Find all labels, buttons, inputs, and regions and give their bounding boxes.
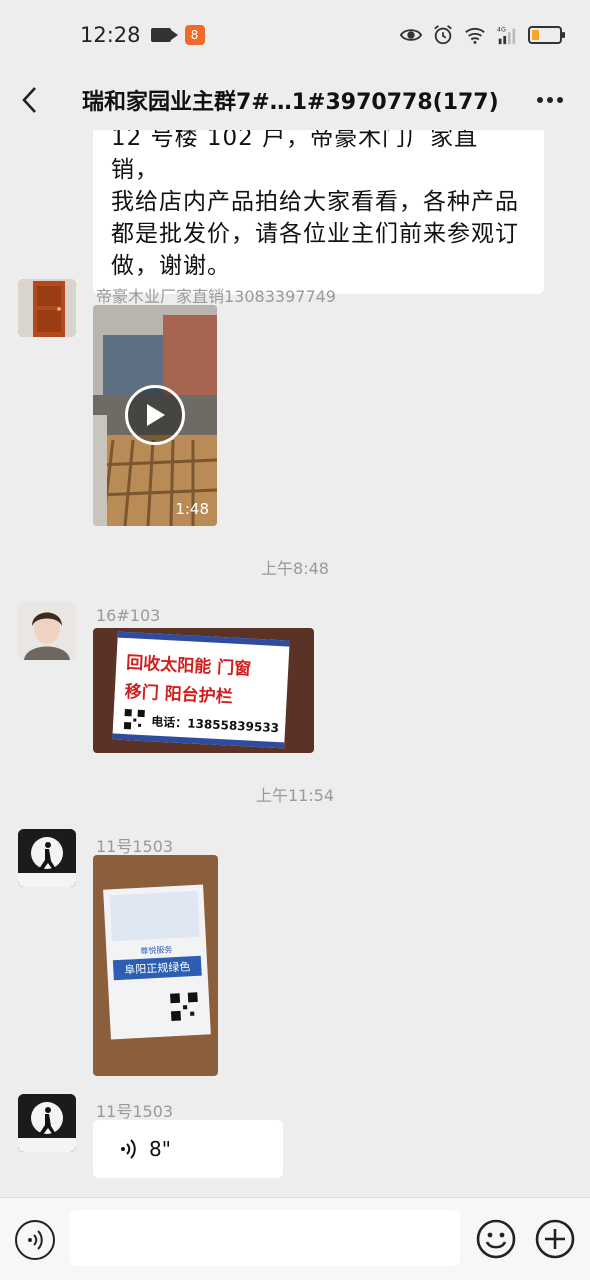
time-divider: 上午11:54 [255, 786, 335, 805]
video-message[interactable]: 1:48 [93, 305, 217, 526]
eye-icon [400, 29, 422, 41]
sign-line-1: 回收太阳能 门窗 [125, 653, 252, 680]
play-icon [147, 404, 165, 426]
voice-wave-icon [121, 1139, 136, 1159]
alarm-icon [434, 25, 452, 45]
door-avatar-image [18, 279, 76, 337]
voice-toggle-button[interactable] [15, 1220, 55, 1260]
image-message[interactable]: 尊悦服务 阜阳正规绿色 [93, 855, 218, 1076]
message-input[interactable] [70, 1210, 460, 1266]
flyer-card: 尊悦服务 阜阳正规绿色 [103, 884, 211, 1040]
image-message[interactable]: 回收太阳能 门窗 移门 阳台护栏 电话：13855839533 [93, 628, 314, 753]
runner-avatar-image [18, 829, 76, 887]
sender-name: 帝豪木业厂家直销13083397749 [96, 287, 336, 306]
avatar[interactable] [18, 829, 76, 887]
more-button[interactable] [534, 84, 566, 116]
screen-record-icon [150, 28, 178, 42]
avatar[interactable] [18, 1094, 76, 1152]
runner-avatar-image [18, 1094, 76, 1152]
message-line: 都是批发价，请各位业主们前来参观订 [111, 221, 519, 247]
status-bar: 12:28 8 4G [0, 0, 590, 70]
message-line: 12 号楼 102 户，帝豪木门厂家直销， [111, 130, 479, 183]
flyer-title: 阜阳正规绿色 [112, 955, 202, 981]
battery-icon [528, 26, 565, 44]
voice-message[interactable]: 8" [93, 1120, 283, 1178]
nav-bar: 瑞和家园业主群7#…1#3970778(177) [0, 70, 590, 130]
text-message-bubble[interactable]: 12 号楼 102 户，帝豪木门厂家直销， 我给店内产品拍给大家看看，各种产品 … [93, 130, 544, 294]
video-duration: 1:48 [175, 500, 209, 518]
wifi-icon [465, 27, 485, 44]
battery-level [532, 30, 539, 40]
sender-name: 11号1503 [96, 1102, 174, 1121]
time-divider: 上午8:48 [261, 559, 329, 578]
plus-icon[interactable] [534, 1218, 576, 1260]
qr-code-icon [122, 707, 146, 732]
qr-code-icon [170, 992, 198, 1021]
person-avatar-image [18, 602, 76, 660]
play-button[interactable] [125, 385, 185, 445]
sign-card: 回收太阳能 门窗 移门 阳台护栏 电话：13855839533 [112, 631, 290, 749]
voice-duration: 8" [149, 1137, 171, 1161]
avatar[interactable] [18, 279, 76, 337]
emoji-icon[interactable] [475, 1218, 517, 1260]
chevron-left-icon [22, 87, 36, 113]
message-line: 我给店内产品拍给大家看看，各种产品 [111, 189, 519, 215]
back-button[interactable] [0, 70, 60, 130]
chat-title: 瑞和家园业主群7#…1#3970778(177) [82, 90, 499, 115]
message-line: 做，谢谢。 [111, 253, 231, 279]
voice-toggle-icon [28, 1230, 43, 1250]
avatar[interactable] [18, 602, 76, 660]
status-time: 12:28 [80, 23, 141, 47]
sign-line-2: 移门 阳台护栏 [124, 682, 234, 708]
sender-name: 16#103 [96, 606, 161, 625]
ellipsis-icon [537, 97, 563, 103]
sender-name: 11号1503 [96, 837, 174, 856]
signal-icon: 4G [497, 25, 516, 45]
svg-text:4G: 4G [497, 25, 506, 33]
input-bar [0, 1197, 590, 1280]
chat-area[interactable]: 12 号楼 102 户，帝豪木门厂家直销， 我给店内产品拍给大家看看，各种产品 … [0, 130, 590, 1197]
sign-phone: 电话：13855839533 [150, 713, 280, 735]
app-notification-icon: 8 [184, 25, 205, 45]
